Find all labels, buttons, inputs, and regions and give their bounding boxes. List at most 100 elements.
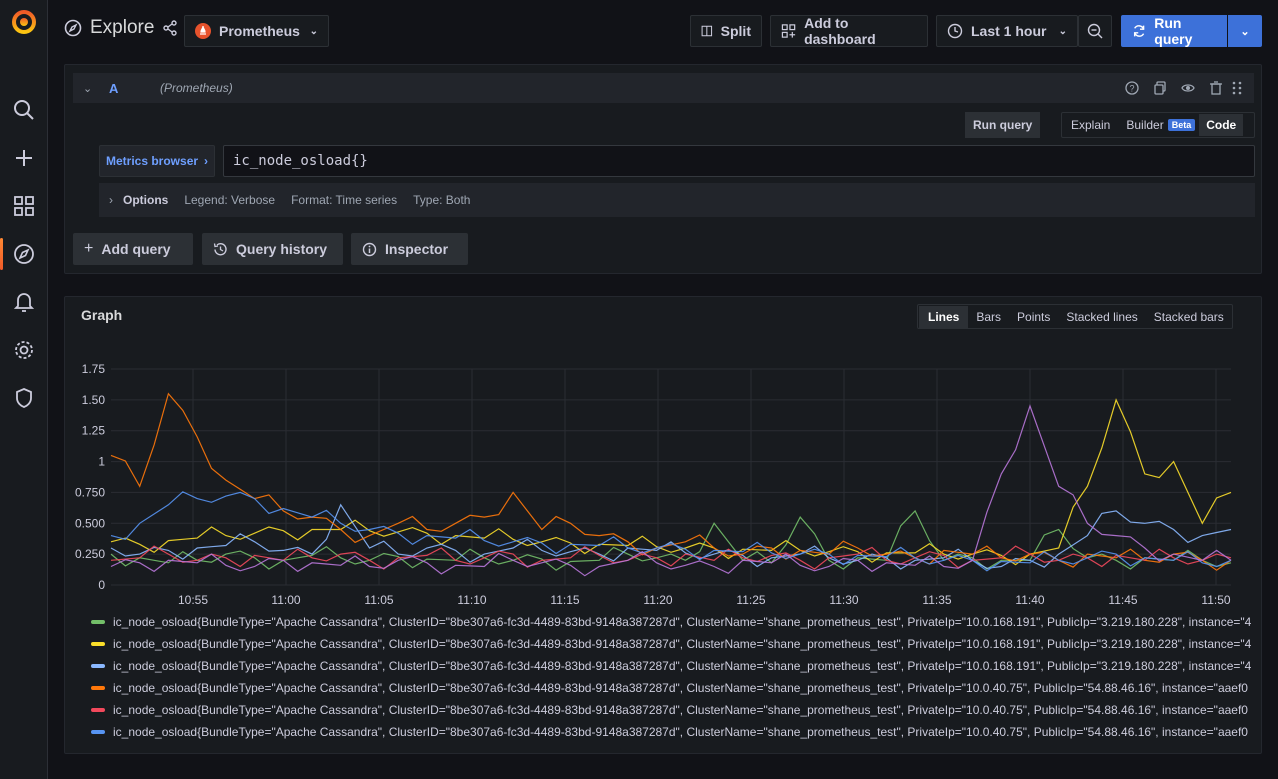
add-query-label: Add query: [101, 241, 171, 257]
explain-toggle[interactable]: Explain: [1071, 118, 1110, 132]
gear-icon[interactable]: [0, 330, 48, 370]
add-to-dashboard-label: Add to dashboard: [804, 15, 876, 47]
share-icon[interactable]: [162, 20, 178, 36]
series-line: [110, 398, 1232, 566]
graph-mode-stacked-lines[interactable]: Stacked lines: [1058, 306, 1145, 328]
graph-mode-points[interactable]: Points: [1009, 306, 1058, 328]
legend-color-swatch: [91, 642, 105, 646]
y-tick-label: 1.50: [82, 393, 106, 407]
chevron-down-icon: ⌄: [309, 25, 318, 37]
y-tick-label: 0: [98, 578, 105, 592]
series-line: [110, 545, 1232, 570]
drag-handle-icon[interactable]: [1231, 81, 1243, 95]
prometheus-icon: [195, 23, 211, 39]
datasource-picker[interactable]: Prometheus ⌄: [184, 15, 329, 47]
run-query-small-button[interactable]: Run query: [965, 112, 1041, 138]
x-tick-label: 11:50: [1201, 593, 1230, 607]
metrics-browser-button[interactable]: Metrics browser ›: [99, 145, 215, 177]
promql-query-input[interactable]: ic_node_osload{}: [223, 145, 1255, 177]
legend-label: ic_node_osload{BundleType="Apache Cassan…: [113, 615, 1252, 629]
options-label: Options: [123, 193, 169, 207]
legend-label: ic_node_osload{BundleType="Apache Cassan…: [113, 681, 1248, 695]
zoom-out-icon: [1087, 23, 1103, 39]
graph-panel: Graph Lines Bars Points Stacked lines St…: [64, 296, 1262, 754]
legend-label: ic_node_osload{BundleType="Apache Cassan…: [113, 637, 1252, 651]
query-header: ⌄ A (Prometheus) ?: [73, 73, 1254, 103]
shield-icon[interactable]: [0, 378, 48, 418]
clock-icon: [947, 23, 963, 39]
refresh-icon: [1133, 25, 1145, 37]
legend-item[interactable]: ic_node_osload{BundleType="Apache Cassan…: [91, 633, 1253, 655]
time-range-picker[interactable]: Last 1 hour ⌄: [936, 15, 1078, 47]
zoom-out-button[interactable]: [1078, 15, 1112, 47]
inspector-button[interactable]: Inspector: [351, 233, 468, 265]
code-mode-tab[interactable]: Code: [1199, 114, 1244, 136]
x-tick-label: 11:05: [364, 593, 393, 607]
split-button[interactable]: Split: [690, 15, 762, 47]
legend-item[interactable]: ic_node_osload{BundleType="Apache Cassan…: [91, 677, 1253, 699]
graph-mode-bars[interactable]: Bars: [968, 306, 1009, 328]
info-icon: [362, 242, 377, 256]
graph-mode-lines[interactable]: Lines: [919, 305, 969, 328]
x-tick-label: 11:15: [550, 593, 579, 607]
dashboards-icon[interactable]: [0, 186, 48, 226]
builder-mode-tab[interactable]: Builder: [1126, 118, 1163, 132]
format-option: Format: Time series: [291, 193, 398, 207]
legend-color-swatch: [91, 708, 105, 712]
legend-color-swatch: [91, 730, 105, 734]
query-history-button[interactable]: Query history: [202, 233, 343, 265]
add-query-button[interactable]: + Add query: [73, 233, 193, 265]
editor-mode-toggle: Explain Builder Beta Code: [1061, 112, 1255, 138]
legend-item[interactable]: ic_node_osload{BundleType="Apache Cassan…: [91, 611, 1253, 633]
run-query-button[interactable]: Run query: [1121, 15, 1227, 47]
x-tick-label: 11:40: [1015, 593, 1044, 607]
x-tick-label: 11:00: [271, 593, 300, 607]
legend-item[interactable]: ic_node_osload{BundleType="Apache Cassan…: [91, 721, 1253, 743]
split-icon: [701, 25, 713, 37]
dashboard-add-icon: [781, 24, 796, 38]
query-options-bar[interactable]: › Options Legend: Verbose Format: Time s…: [99, 183, 1255, 217]
chevron-down-icon: ⌄: [1240, 25, 1250, 38]
query-ref-id[interactable]: A: [109, 81, 118, 96]
legend-label: ic_node_osload{BundleType="Apache Cassan…: [113, 659, 1252, 673]
legend-item[interactable]: ic_node_osload{BundleType="Apache Cassan…: [91, 655, 1253, 677]
grafana-logo-icon[interactable]: [0, 2, 48, 42]
y-tick-label: 0.500: [75, 516, 105, 530]
time-series-chart[interactable]: 0 0.250 0.500 0.750 1 1.25 1.50 1.75 10:55 11:00 1…: [65, 352, 1261, 607]
legend-label: ic_node_osload{BundleType="Apache Cassan…: [113, 703, 1248, 717]
graph-mode-toggle: Lines Bars Points Stacked lines Stacked …: [917, 304, 1233, 329]
page-title: Explore: [90, 17, 155, 38]
y-tick-label: 1.25: [82, 424, 106, 438]
collapse-chevron-icon[interactable]: ⌄: [83, 82, 92, 95]
eye-icon[interactable]: [1181, 81, 1195, 95]
x-tick-label: 11:35: [922, 593, 951, 607]
query-history-label: Query history: [236, 241, 328, 257]
legend-color-swatch: [91, 620, 105, 624]
search-icon[interactable]: [0, 90, 48, 130]
time-range-label: Last 1 hour: [971, 23, 1047, 39]
run-query-options-button[interactable]: ⌄: [1228, 15, 1262, 47]
add-to-dashboard-button[interactable]: Add to dashboard: [770, 15, 928, 47]
explore-compass-icon[interactable]: [0, 234, 48, 274]
history-icon: [213, 242, 227, 255]
x-tick-label: 11:30: [829, 593, 858, 607]
split-label: Split: [720, 23, 751, 39]
plus-icon: +: [84, 240, 94, 257]
graph-mode-stacked-bars[interactable]: Stacked bars: [1146, 306, 1232, 328]
page-title-group: Explore: [64, 17, 178, 39]
svg-text:?: ?: [1129, 84, 1134, 94]
y-tick-label: 1.75: [82, 362, 106, 376]
inspector-label: Inspector: [385, 241, 449, 257]
help-icon[interactable]: ?: [1125, 81, 1139, 95]
x-tick-label: 11:10: [457, 593, 486, 607]
explore-toolbar: Explore Prometheus ⌄ Split Add to dashbo…: [48, 0, 1278, 62]
bell-icon[interactable]: [0, 282, 48, 322]
plus-icon[interactable]: [0, 138, 48, 178]
datasource-name: Prometheus: [219, 23, 300, 39]
query-datasource-label: (Prometheus): [160, 81, 233, 95]
x-tick-label: 11:25: [736, 593, 765, 607]
copy-icon[interactable]: [1153, 81, 1167, 95]
trash-icon[interactable]: [1209, 81, 1223, 95]
x-tick-label: 11:20: [643, 593, 672, 607]
legend-item[interactable]: ic_node_osload{BundleType="Apache Cassan…: [91, 699, 1253, 721]
